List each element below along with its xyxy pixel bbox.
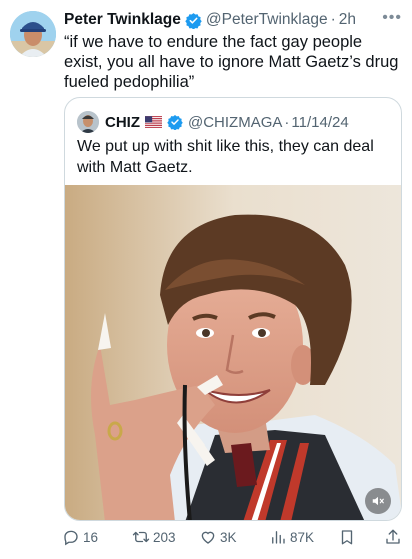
repost-count: 203	[153, 529, 176, 545]
quote-tweet-card[interactable]: CHIZ @CHIZMAGA · 11/14/24 We put up with…	[64, 97, 402, 521]
share-button[interactable]	[384, 528, 405, 546]
share-icon	[386, 529, 400, 544]
tweet-action-bar: 16 203 3K 87K	[62, 528, 404, 550]
author-name[interactable]: Peter Twinklage	[64, 11, 181, 29]
tweet-time[interactable]: 2h	[339, 11, 356, 29]
bookmark-icon	[341, 530, 353, 545]
quote-header: CHIZ @CHIZMAGA · 11/14/24	[77, 111, 393, 133]
reply-button[interactable]: 16	[62, 528, 98, 546]
header-separator: ·	[330, 11, 336, 28]
author-avatar[interactable]	[10, 11, 56, 57]
reply-icon	[64, 530, 78, 546]
repost-button[interactable]: 203	[132, 528, 176, 546]
quote-video[interactable]	[65, 185, 401, 520]
heart-icon	[201, 531, 215, 544]
us-flag-icon	[145, 116, 162, 128]
quote-author-avatar[interactable]	[77, 111, 99, 133]
views-chart-icon	[272, 531, 285, 544]
bookmark-button[interactable]	[338, 528, 359, 546]
quote-author-handle[interactable]: @CHIZMAGA	[188, 114, 282, 131]
tweet-text: “if we have to endure the fact gay peopl…	[64, 33, 399, 91]
repost-icon	[132, 531, 150, 543]
quote-verified-badge-icon	[167, 115, 183, 130]
views-count: 87K	[290, 529, 315, 545]
like-button[interactable]: 3K	[199, 528, 237, 546]
views-button[interactable]: 87K	[269, 528, 314, 546]
author-handle[interactable]: @PeterTwinklage	[206, 11, 328, 29]
more-dots-icon[interactable]: •••	[382, 9, 402, 27]
verified-badge-icon	[185, 12, 202, 29]
quote-separator: ·	[284, 113, 290, 131]
tweet-header: Peter Twinklage @PeterTwinklage · 2h •••	[64, 9, 402, 31]
reply-count: 16	[83, 529, 99, 545]
quote-date[interactable]: 11/14/24	[291, 114, 348, 131]
quote-author-name[interactable]: CHIZ	[105, 114, 140, 131]
quote-text: We put up with shit like this, they can …	[77, 138, 374, 176]
mute-toggle-icon[interactable]	[365, 488, 391, 514]
like-count: 3K	[220, 529, 237, 545]
